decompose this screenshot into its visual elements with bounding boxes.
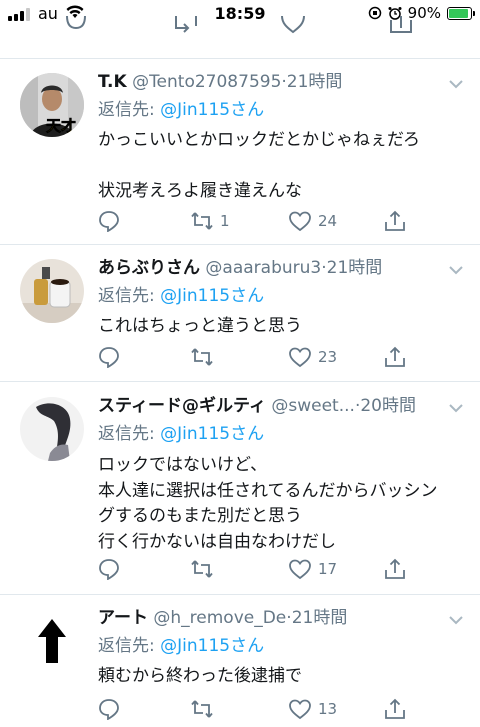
display-name[interactable]: スティード@ギルティ [98,396,266,416]
retweet-button[interactable] [190,346,220,368]
reply-button[interactable] [98,346,120,368]
share-icon [384,346,406,368]
reply-prefix: 返信先: [98,100,161,120]
tweet-time[interactable]: 20時間 [360,396,416,416]
share-button[interactable] [384,698,406,720]
share-button[interactable] [384,346,406,368]
like-icon [288,698,312,720]
reply-prefix: 返信先: [98,424,161,444]
avatar[interactable] [20,609,84,673]
retweet-icon [190,558,214,580]
share-icon [384,698,406,720]
share-icon[interactable] [388,14,414,46]
reply-button[interactable] [98,210,120,232]
reply-icon[interactable] [64,14,88,44]
previous-tweet-actions [0,14,480,44]
tweet-item[interactable]: あらぶりさん @aaaraburu3·21時間 返信先: @Jin115さん こ… [0,256,480,380]
tweet-actions: 1 24 [0,210,480,236]
like-icon [288,210,312,232]
tweet-text: これはちょっと違うと思う [98,316,302,336]
tweet-time[interactable]: 21時間 [327,258,383,278]
avatar[interactable] [20,397,84,461]
retweet-icon[interactable] [172,14,200,44]
reply-mention[interactable]: @Jin115さん [160,636,264,656]
reply-context: 返信先: @Jin115さん [98,284,264,308]
like-count: 24 [318,212,338,230]
reply-context: 返信先: @Jin115さん [98,98,264,122]
share-icon [384,558,406,580]
reply-icon [98,698,120,720]
user-handle[interactable]: @Tento27087595 [132,72,281,92]
avatar-caption: 天才 [46,117,76,135]
avatar[interactable]: 天才 [20,73,84,137]
reply-context: 返信先: @Jin115さん [98,634,264,658]
tweet-header: あらぶりさん @aaaraburu3·21時間 [98,256,440,280]
like-count: 13 [318,700,338,718]
share-icon [384,210,406,232]
retweet-count: 1 [220,212,230,230]
reply-mention[interactable]: @Jin115さん [160,424,264,444]
user-handle[interactable]: @aaaraburu3 [205,258,321,278]
tweet-actions: 17 [0,558,480,584]
tweet-text: ロックではないけど、 本人達に選択は任されてるんだからバッシン グするのもまた別… [98,455,438,552]
display-name[interactable]: あらぶりさん [98,258,200,278]
reply-button[interactable] [98,698,120,720]
divider [0,58,480,59]
share-button[interactable] [384,558,406,580]
user-handle[interactable]: @sweet... [271,396,355,416]
tweet-time[interactable]: 21時間 [287,72,343,92]
like-button[interactable]: 17 [288,558,337,580]
reply-mention[interactable]: @Jin115さん [160,286,264,306]
divider [0,594,480,595]
reply-icon [98,346,120,368]
tweet-actions: 23 [0,346,480,372]
like-icon[interactable] [280,14,306,44]
chevron-down-icon[interactable] [448,74,464,93]
reply-icon [98,558,120,580]
retweet-icon [190,698,214,720]
reply-context: 返信先: @Jin115さん [98,422,264,446]
retweet-button[interactable]: 1 [190,210,230,232]
tweet-item[interactable]: アート @h_remove_De·21時間 返信先: @Jin115さん 頼むか… [0,606,480,727]
like-count: 17 [318,560,338,578]
divider [0,381,480,382]
tweet-item[interactable]: スティード@ギルティ @sweet...·20時間 返信先: @Jin115さん… [0,394,480,594]
tweet-header: アート @h_remove_De·21時間 [98,606,440,630]
tweet-item[interactable]: 天才 T.K @Tento27087595·21時間 返信先: @Jin115さ… [0,70,480,244]
reply-prefix: 返信先: [98,636,161,656]
retweet-button[interactable] [190,558,220,580]
reply-button[interactable] [98,558,120,580]
like-button[interactable]: 23 [288,346,337,368]
tweet-thread-page: au 18:59 90% 天才 T.K @Tento27087595·21時間 … [0,0,480,727]
display-name[interactable]: T.K [98,72,127,92]
like-button[interactable]: 24 [288,210,337,232]
tweet-time[interactable]: 21時間 [292,608,348,628]
retweet-button[interactable] [190,698,220,720]
like-icon [288,346,312,368]
display-name[interactable]: アート [98,608,148,628]
tweet-text: 頼むから終わった後逮捕で [98,666,302,686]
divider [0,244,480,245]
chevron-down-icon[interactable] [448,398,464,417]
like-count: 23 [318,348,338,366]
reply-icon [98,210,120,232]
avatar[interactable] [20,259,84,323]
share-button[interactable] [384,210,406,232]
chevron-down-icon[interactable] [448,260,464,279]
retweet-icon [190,346,214,368]
chevron-down-icon[interactable] [448,610,464,629]
reply-prefix: 返信先: [98,286,161,306]
like-icon [288,558,312,580]
user-handle[interactable]: @h_remove_De [153,608,286,628]
tweet-header: T.K @Tento27087595·21時間 [98,70,440,94]
retweet-icon [190,210,214,232]
like-button[interactable]: 13 [288,698,337,720]
tweet-actions: 13 [0,698,480,724]
reply-mention[interactable]: @Jin115さん [160,100,264,120]
tweet-header: スティード@ギルティ @sweet...·20時間 [98,394,440,418]
tweet-text: かっこいいとかロックだとかじゃねぇだろ 状況考えろよ履き違えんな [98,130,420,201]
